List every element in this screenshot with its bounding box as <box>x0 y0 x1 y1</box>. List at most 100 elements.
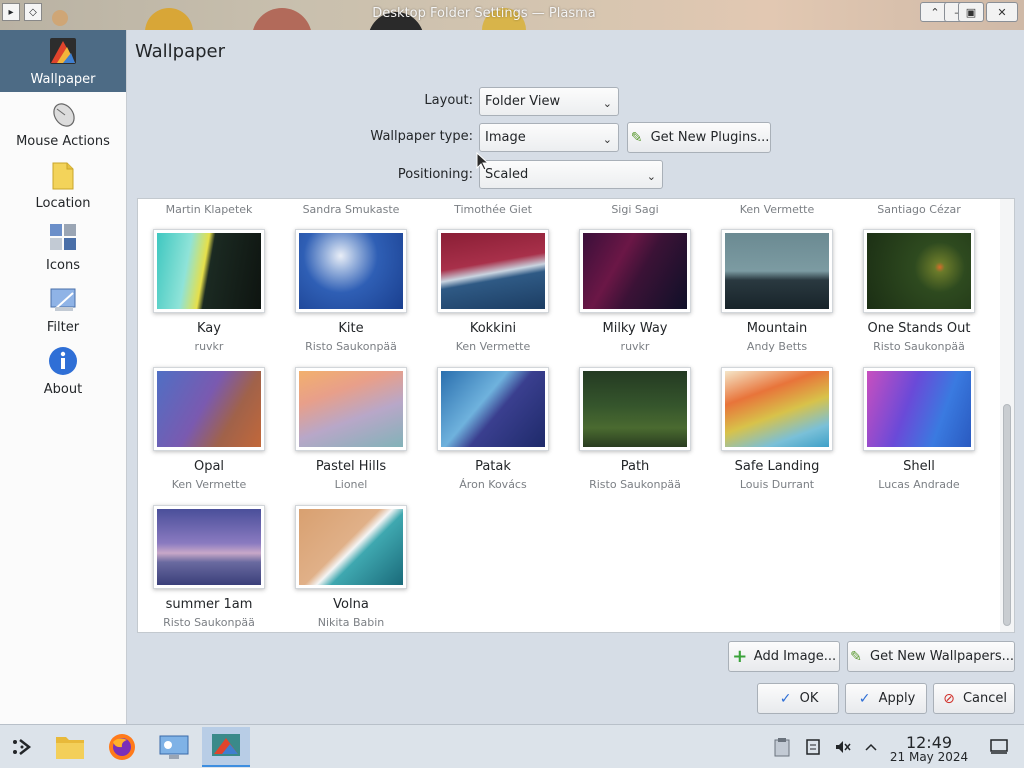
wallpaper-tile-milky-way[interactable]: Milky Way ruvkr <box>564 229 706 367</box>
wallpaper-tile-volna[interactable]: Volna Nikita Babin <box>280 505 422 632</box>
wallpaper-grid[interactable]: Martin Klapetek Sandra Smukaste Timothée… <box>137 198 1015 633</box>
wallpaper-thumbnail <box>579 229 691 313</box>
clipboard-icon[interactable] <box>766 729 798 765</box>
notes-icon[interactable] <box>798 729 828 765</box>
close-button[interactable]: ✕ <box>986 2 1018 22</box>
mouse-icon <box>53 103 75 127</box>
wallpaper-author: Risto Saukonpää <box>305 340 397 353</box>
ok-button[interactable]: ✓ OK <box>757 683 839 714</box>
wallpaper-author: Sandra Smukaste <box>302 203 400 216</box>
wallpaper-author: Santiago Cézar <box>877 203 961 216</box>
wallpaper-author: Timothée Giet <box>454 203 532 216</box>
wallpaper-author: Martin Klapetek <box>165 203 253 216</box>
get-new-wallpapers-button[interactable]: ✎ Get New Wallpapers... <box>847 641 1015 672</box>
wallpaper-name: Pastel Hills <box>315 459 387 474</box>
show-desktop-icon[interactable] <box>984 729 1014 765</box>
wallpaper-thumbnail <box>295 367 407 451</box>
get-new-plugins-button[interactable]: ✎ Get New Plugins... <box>627 122 771 153</box>
add-image-label: Add Image... <box>753 649 837 664</box>
sidebar-item-mouse-actions[interactable]: Mouse Actions <box>0 92 126 154</box>
wallpaper-name: Patak <box>475 459 511 474</box>
settings-sidebar: Wallpaper Mouse Actions Location Icons F… <box>0 30 127 724</box>
apply-button[interactable]: ✓ Apply <box>845 683 927 714</box>
filter-icon <box>50 288 76 312</box>
wallpaper-tile-opal[interactable]: Opal Ken Vermette <box>138 367 280 505</box>
wallpaper-name: Kite <box>338 321 364 336</box>
cancel-button[interactable]: ⊘ Cancel <box>933 683 1015 714</box>
wallpaper-thumbnail <box>863 229 975 313</box>
scrollbar-handle[interactable] <box>1003 404 1011 626</box>
cancel-icon: ⊘ <box>943 690 955 707</box>
sidebar-item-icons[interactable]: Icons <box>0 216 126 278</box>
ok-label: OK <box>799 691 819 706</box>
wallpaper-tile-path[interactable]: Path Risto Saukonpää <box>564 367 706 505</box>
chevron-down-icon: ⌄ <box>602 133 612 146</box>
folder-icon <box>52 162 74 190</box>
wallpaper-type-select[interactable]: Image ⌄ <box>479 123 619 152</box>
wallpaper-thumbnail <box>721 367 833 451</box>
wallpaper-name: Opal <box>193 459 225 474</box>
positioning-select[interactable]: Scaled ⌄ <box>479 160 663 189</box>
page-title: Wallpaper <box>135 41 226 62</box>
sidebar-item-location[interactable]: Location <box>0 154 126 216</box>
firefox-icon[interactable] <box>104 729 140 765</box>
wallpaper-name: summer 1am <box>165 597 253 612</box>
wallpaper-name: Shell <box>903 459 935 474</box>
apply-label: Apply <box>878 691 916 706</box>
wallpaper-tile-kokkini[interactable]: Kokkini Ken Vermette <box>422 229 564 367</box>
mouse-cursor-icon <box>476 152 490 171</box>
checkmark-icon: ✓ <box>858 690 871 707</box>
sidebar-item-wallpaper[interactable]: Wallpaper <box>0 30 126 92</box>
taskbar: 12:49 21 May 2024 <box>0 724 1024 768</box>
desktop-settings-icon[interactable] <box>202 727 250 767</box>
sidebar-item-label: Icons <box>46 258 80 273</box>
wallpaper-thumbnail <box>295 505 407 589</box>
volume-muted-icon[interactable] <box>828 729 858 765</box>
wallpaper-thumbnail <box>579 367 691 451</box>
chevron-down-icon: ⌄ <box>602 97 612 110</box>
wallpaper-name: One Stands Out <box>867 321 971 336</box>
wallpaper-tile-kite[interactable]: Kite Risto Saukonpää <box>280 229 422 367</box>
wallpaper-tile-pastel-hills[interactable]: Pastel Hills Lionel <box>280 367 422 505</box>
wallpaper-author: Risto Saukonpää <box>873 340 965 353</box>
wallpaper-tile-safe-landing[interactable]: Safe Landing Louis Durrant <box>706 367 848 505</box>
wallpaper-tile-kay[interactable]: Kay ruvkr <box>138 229 280 367</box>
wallpaper-author: Risto Saukonpää <box>163 616 255 629</box>
get-new-wallpapers-label: Get New Wallpapers... <box>870 649 1014 664</box>
wallpaper-author: Nikita Babin <box>317 616 385 629</box>
checkmark-icon: ✓ <box>779 690 792 707</box>
clock-date[interactable]: 21 May 2024 <box>878 750 980 764</box>
wallpaper-author: Risto Saukonpää <box>589 478 681 491</box>
grid-scrollbar[interactable] <box>1000 199 1014 632</box>
wallpaper-author: Andy Betts <box>746 340 808 353</box>
wallpaper-name: Safe Landing <box>734 459 820 474</box>
wallpaper-tile-mountain[interactable]: Mountain Andy Betts <box>706 229 848 367</box>
main-content: Wallpaper Layout: Folder View ⌄ Wallpape… <box>127 30 1024 724</box>
wallpaper-author: ruvkr <box>620 340 650 353</box>
window-titlebar[interactable]: ▸ ◇ Desktop Folder Settings — Plasma ⌃ –… <box>0 0 1024 68</box>
application-launcher-icon[interactable] <box>4 729 40 765</box>
wallpaper-tile-summer-1am[interactable]: summer 1am Risto Saukonpää <box>138 505 280 632</box>
sidebar-item-label: About <box>43 382 83 397</box>
cancel-label: Cancel <box>962 691 1008 706</box>
file-manager-icon[interactable] <box>52 729 88 765</box>
maximize-button[interactable]: ▣ <box>958 2 984 22</box>
wallpaper-name: Milky Way <box>602 321 668 336</box>
wallpaper-author: Ken Vermette <box>171 478 247 491</box>
wallpaper-tile-patak[interactable]: Patak Áron Kovács <box>422 367 564 505</box>
sidebar-item-label: Location <box>35 196 91 211</box>
wallpaper-thumbnail <box>153 367 265 451</box>
wallpaper-author: ruvkr <box>194 340 224 353</box>
sidebar-item-about[interactable]: About <box>0 340 126 402</box>
positioning-value: Scaled <box>485 167 529 182</box>
wallpaper-author: Lionel <box>334 478 368 491</box>
wallpaper-tile-shell[interactable]: Shell Lucas Andrade <box>848 367 990 505</box>
add-image-button[interactable]: + Add Image... <box>728 641 840 672</box>
wallpaper-author: Ken Vermette <box>739 203 815 216</box>
wallpaper-type-label: Wallpaper type: <box>370 129 473 144</box>
layout-select[interactable]: Folder View ⌄ <box>479 87 619 116</box>
sidebar-item-filter[interactable]: Filter <box>0 278 126 340</box>
wallpaper-name: Volna <box>333 597 369 612</box>
system-settings-icon[interactable] <box>156 729 192 765</box>
wallpaper-tile-one-stands-out[interactable]: One Stands Out Risto Saukonpää <box>848 229 990 367</box>
